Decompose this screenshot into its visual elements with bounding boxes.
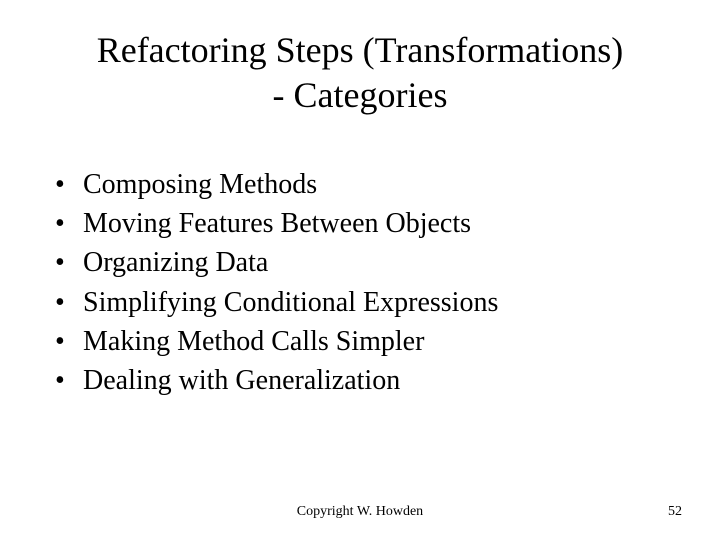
slide-title: Refactoring Steps (Transformations) - Ca…: [0, 28, 720, 118]
list-item: • Moving Features Between Objects: [55, 204, 680, 243]
bullet-icon: •: [55, 283, 83, 322]
list-item: • Organizing Data: [55, 243, 680, 282]
bullet-icon: •: [55, 361, 83, 400]
bullet-text: Moving Features Between Objects: [83, 204, 471, 243]
title-line-2: - Categories: [273, 75, 448, 115]
footer-copyright: Copyright W. Howden: [0, 504, 720, 520]
page-number: 52: [668, 504, 682, 520]
title-line-1: Refactoring Steps (Transformations): [97, 30, 624, 70]
list-item: • Composing Methods: [55, 165, 680, 204]
list-item: • Simplifying Conditional Expressions: [55, 283, 680, 322]
list-item: • Making Method Calls Simpler: [55, 322, 680, 361]
bullet-text: Composing Methods: [83, 165, 317, 204]
bullet-text: Making Method Calls Simpler: [83, 322, 424, 361]
bullet-text: Dealing with Generalization: [83, 361, 400, 400]
slide: Refactoring Steps (Transformations) - Ca…: [0, 0, 720, 540]
slide-body: • Composing Methods • Moving Features Be…: [55, 165, 680, 400]
bullet-icon: •: [55, 165, 83, 204]
bullet-text: Simplifying Conditional Expressions: [83, 283, 498, 322]
bullet-text: Organizing Data: [83, 243, 268, 282]
bullet-icon: •: [55, 204, 83, 243]
bullet-list: • Composing Methods • Moving Features Be…: [55, 165, 680, 400]
bullet-icon: •: [55, 243, 83, 282]
bullet-icon: •: [55, 322, 83, 361]
list-item: • Dealing with Generalization: [55, 361, 680, 400]
